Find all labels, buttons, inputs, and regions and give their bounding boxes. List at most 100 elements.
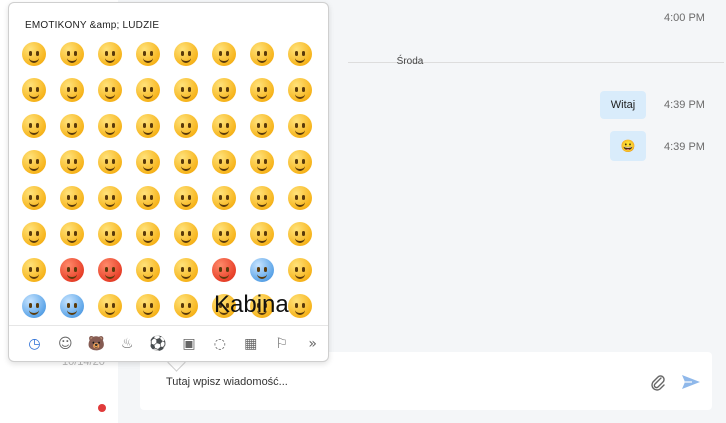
- kissing-closed-eyes-emoji-button[interactable]: [169, 109, 202, 143]
- smiling-face-smiling-eyes-emoji-button[interactable]: [55, 73, 88, 107]
- smiling-hearts-icon: [21, 114, 46, 138]
- heart-eyes-emoji-button[interactable]: [283, 73, 316, 107]
- hugging-face-emoji-button[interactable]: [169, 289, 202, 323]
- loudly-crying-emoji-button[interactable]: [245, 217, 278, 251]
- grinning-face-emoji-button[interactable]: [17, 37, 50, 71]
- message-bubble[interactable]: Witaj: [600, 91, 646, 119]
- loudly-crying-icon: [249, 222, 274, 246]
- smiling-halo-icon: [97, 78, 122, 102]
- flushed-face-emoji-button[interactable]: [169, 253, 202, 287]
- attach-icon[interactable]: [648, 372, 668, 392]
- cursing-face-emoji-button[interactable]: [93, 253, 126, 287]
- smiling-face-smiling-eyes-icon: [59, 78, 84, 102]
- pleading-face-emoji-button[interactable]: [169, 217, 202, 251]
- cold-face-emoji-button[interactable]: [245, 253, 278, 287]
- disappointed-face-emoji-button[interactable]: [93, 181, 126, 215]
- grinning-squinting-face-emoji-button[interactable]: [169, 37, 202, 71]
- grinning-face-smiling-eyes-emoji-button[interactable]: [93, 37, 126, 71]
- smirking-face-emoji-button[interactable]: [17, 181, 50, 215]
- face-tears-joy-emoji-button[interactable]: [245, 37, 278, 71]
- anxious-sweat-emoji-button[interactable]: [17, 289, 50, 323]
- nerd-face-emoji-button[interactable]: [169, 145, 202, 179]
- hugging-face-icon: [173, 294, 198, 318]
- travel-icon[interactable]: ▣: [174, 329, 205, 359]
- more-icon[interactable]: »: [297, 329, 328, 359]
- message-input[interactable]: Tutaj wpisz wiadomość...: [166, 376, 288, 388]
- relieved-face-emoji-button[interactable]: [245, 73, 278, 107]
- message-time: 4:39 PM: [664, 141, 705, 153]
- message-bubble[interactable]: 😀: [610, 131, 646, 161]
- face-savoring-food-emoji-button[interactable]: [207, 109, 240, 143]
- animal-icon[interactable]: 🐻: [81, 329, 112, 359]
- slightly-smiling-emoji-button[interactable]: [131, 73, 164, 107]
- unamused-face-emoji-button[interactable]: [55, 181, 88, 215]
- sad-relieved-emoji-button[interactable]: [93, 289, 126, 323]
- persevering-face-emoji-button[interactable]: [17, 217, 50, 251]
- cursing-face-icon: [97, 258, 122, 282]
- kissing-smiling-eyes-emoji-button[interactable]: [131, 109, 164, 143]
- face-blowing-kiss-emoji-button[interactable]: [55, 109, 88, 143]
- face-tongue-emoji-button[interactable]: [245, 109, 278, 143]
- screaming-face-emoji-button[interactable]: [283, 253, 316, 287]
- squinting-tongue-emoji-button[interactable]: [283, 109, 316, 143]
- send-icon[interactable]: [680, 372, 702, 392]
- angry-face-emoji-button[interactable]: [55, 253, 88, 287]
- winking-tongue-emoji-button[interactable]: [17, 145, 50, 179]
- day-separator: Środa: [396, 56, 424, 67]
- kissing-face-emoji-button[interactable]: [93, 109, 126, 143]
- recent-icon[interactable]: ◷: [19, 329, 50, 359]
- cold-face-icon: [249, 258, 274, 282]
- raised-eyebrow-emoji-button[interactable]: [93, 145, 126, 179]
- anxious-sweat-icon: [21, 294, 46, 318]
- smiling-face-emoji-button[interactable]: [17, 73, 50, 107]
- upside-down-face-emoji-button[interactable]: [169, 73, 202, 107]
- worried-face-emoji-button[interactable]: [169, 181, 202, 215]
- winking-tongue-icon: [21, 150, 46, 174]
- sunglasses-face-emoji-button[interactable]: [207, 145, 240, 179]
- objects-icon[interactable]: ◌: [204, 329, 235, 359]
- confused-face-emoji-button[interactable]: [207, 181, 240, 215]
- pleading-face-icon: [173, 222, 198, 246]
- downcast-sweat-emoji-button[interactable]: [131, 289, 164, 323]
- activity-icon[interactable]: ⚽: [143, 329, 174, 359]
- partying-face-emoji-button[interactable]: [283, 145, 316, 179]
- exploding-head-emoji-button[interactable]: [131, 253, 164, 287]
- steam-nose-emoji-button[interactable]: [283, 217, 316, 251]
- kissing-face-icon: [97, 114, 122, 138]
- tired-face-emoji-button[interactable]: [93, 217, 126, 251]
- hot-face-emoji-button[interactable]: [207, 253, 240, 287]
- face-tears-joy-icon: [249, 42, 274, 66]
- slightly-smiling-icon: [135, 78, 160, 102]
- star-struck-icon: [249, 150, 274, 174]
- grinning-face-big-eyes-emoji-button[interactable]: [55, 37, 88, 71]
- smiley-icon[interactable]: ☺: [50, 329, 81, 359]
- presence-busy-indicator: [98, 404, 106, 412]
- slightly-frowning-emoji-button[interactable]: [245, 181, 278, 215]
- food-icon[interactable]: ♨: [112, 329, 143, 359]
- crying-face-emoji-button[interactable]: [207, 217, 240, 251]
- sunglasses-face-icon: [211, 150, 236, 174]
- raised-eyebrow-icon: [97, 150, 122, 174]
- smiling-halo-emoji-button[interactable]: [93, 73, 126, 107]
- emoji-category-bar: ◷ ☺ 🐻 ♨ ⚽ ▣ ◌ ▦ ⚐»: [9, 325, 328, 361]
- weary-face-icon: [135, 222, 160, 246]
- beaming-face-emoji-button[interactable]: [131, 37, 164, 71]
- monocle-face-emoji-button[interactable]: [131, 145, 164, 179]
- rolling-laughing-icon: [287, 42, 312, 66]
- grinning-sweat-emoji-button[interactable]: [207, 37, 240, 71]
- symbols-icon[interactable]: ▦: [235, 329, 266, 359]
- smiling-hearts-emoji-button[interactable]: [17, 109, 50, 143]
- zany-face-emoji-button[interactable]: [55, 145, 88, 179]
- frowning-face-emoji-button[interactable]: [283, 181, 316, 215]
- fearful-face-emoji-button[interactable]: [55, 289, 88, 323]
- rolling-laughing-emoji-button[interactable]: [283, 37, 316, 71]
- winking-face-emoji-button[interactable]: [207, 73, 240, 107]
- pouting-face-emoji-button[interactable]: [17, 253, 50, 287]
- star-struck-emoji-button[interactable]: [245, 145, 278, 179]
- pensive-face-emoji-button[interactable]: [131, 181, 164, 215]
- kissing-smiling-eyes-icon: [135, 114, 160, 138]
- confounded-face-emoji-button[interactable]: [55, 217, 88, 251]
- flags-icon[interactable]: ⚐: [266, 329, 297, 359]
- message-time: 4:39 PM: [664, 99, 705, 111]
- weary-face-emoji-button[interactable]: [131, 217, 164, 251]
